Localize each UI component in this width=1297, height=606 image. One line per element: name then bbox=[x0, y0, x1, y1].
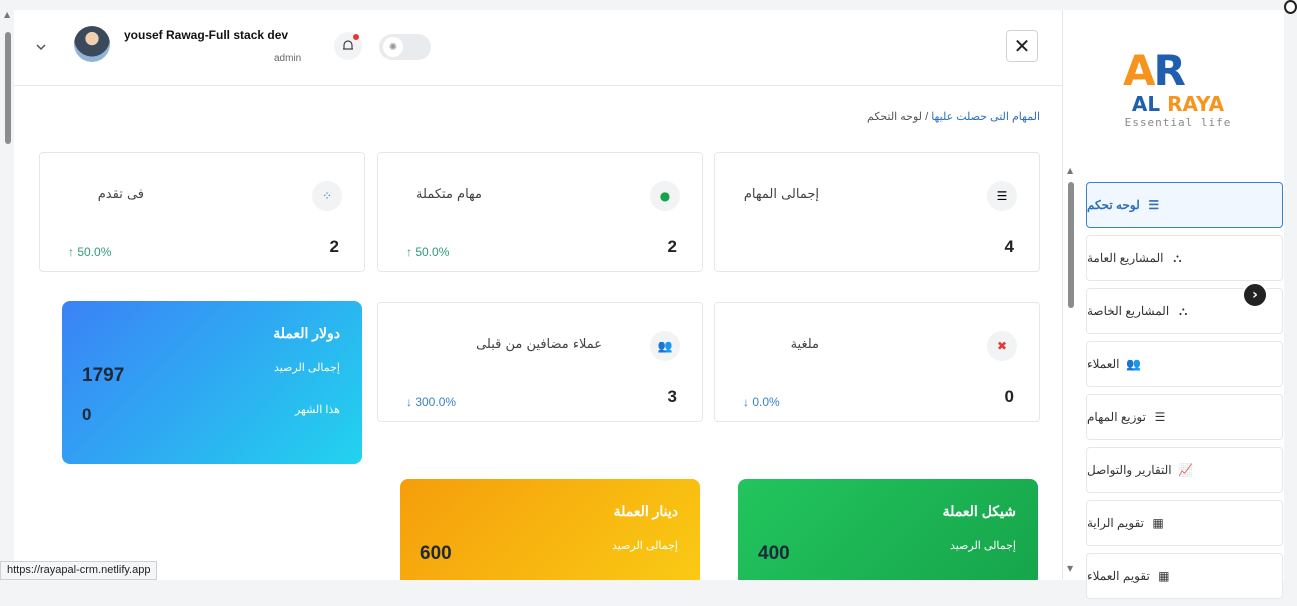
users-icon: 👥 bbox=[650, 331, 680, 361]
app-window: ▲ yousef Rawag-Full stack dev admin ✺ ✕ … bbox=[0, 0, 1297, 599]
list-icon: ☰ bbox=[1148, 198, 1160, 212]
sidebar-item-label: توزيع المهام bbox=[1087, 410, 1146, 424]
sidebar-item-dashboard[interactable]: ☰ لوحه تحكم bbox=[1086, 182, 1283, 228]
window-corner-button[interactable] bbox=[1284, 0, 1297, 14]
balance-value1: 600 bbox=[420, 543, 452, 564]
balance-value1: 400 bbox=[758, 543, 790, 564]
cancel-circle-icon: ✖ bbox=[987, 331, 1017, 361]
chevron-right-icon: › bbox=[1252, 287, 1258, 303]
breadcrumb: المهام التى حصلت عليها / لوحه التحكم bbox=[867, 110, 1040, 123]
balance-value1: 1797 bbox=[82, 365, 125, 386]
breadcrumb-current[interactable]: المهام التى حصلت عليها bbox=[931, 111, 1040, 123]
stat-value: 2 bbox=[329, 237, 339, 256]
sidebar-item-reports[interactable]: 📈 التقارير والتواصل bbox=[1086, 447, 1283, 493]
balance-card-dollar: دولار العملة إجمالى الرصيد 1797 هذا الشه… bbox=[62, 301, 362, 464]
balance-card-dinar: دينار العملة إجمالى الرصيد 600 bbox=[400, 479, 700, 580]
stat-change: ↑ 50.0% bbox=[68, 245, 112, 259]
close-button[interactable]: ✕ bbox=[1006, 30, 1038, 62]
stat-card-in-progress: ⁘ فى تقدم 2 ↑ 50.0% bbox=[39, 152, 365, 272]
balance-line1: إجمالى الرصيد bbox=[611, 540, 678, 552]
main-content: yousef Rawag-Full stack dev admin ✺ ✕ ال… bbox=[14, 10, 1062, 580]
avatar[interactable] bbox=[74, 26, 110, 62]
logo-tagline: Essential life bbox=[1124, 116, 1232, 129]
user-role: admin bbox=[274, 53, 302, 64]
logo-name: AL RAYA bbox=[1131, 92, 1225, 116]
balance-card-shekel: شيكل العملة إجمالى الرصيد 400 bbox=[738, 479, 1038, 580]
list-check-icon: ☰ bbox=[987, 181, 1017, 211]
bell-icon bbox=[343, 40, 353, 50]
balance-value2: 0 bbox=[82, 405, 92, 424]
sidebar-item-label: العملاء bbox=[1087, 357, 1120, 371]
stat-label: عملاء مضافين من قبلى bbox=[476, 337, 602, 352]
scroll-up-icon[interactable]: ▲ bbox=[1067, 166, 1073, 175]
calendar-icon: ▦ bbox=[1152, 516, 1164, 530]
stat-label: فى تقدم bbox=[97, 187, 144, 202]
stat-card-clients-added: 👥 عملاء مضافين من قبلى 3 ↓ 300.0% bbox=[377, 302, 703, 422]
sidebar-item-clients-calendar[interactable]: ▦ تقويم العملاء bbox=[1086, 553, 1283, 599]
list-check-icon: ☰ bbox=[1154, 410, 1166, 424]
sidebar-item-clients[interactable]: 👥 العملاء bbox=[1086, 341, 1283, 387]
stat-change: ↑ 50.0% bbox=[406, 245, 450, 259]
sidebar-scrollbar[interactable]: ▲ ▼ bbox=[1064, 166, 1078, 580]
stat-value: 3 bbox=[667, 387, 677, 406]
notification-button[interactable] bbox=[334, 32, 362, 60]
theme-toggle[interactable]: ✺ bbox=[379, 34, 431, 60]
balance-line2: هذا الشهر bbox=[294, 404, 340, 416]
stat-value: 0 bbox=[1004, 387, 1014, 406]
check-circle-icon: ● bbox=[650, 181, 680, 211]
user-name: yousef Rawag-Full stack dev bbox=[124, 28, 289, 42]
sidebar-nav: ☰ لوحه تحكم ⛬ المشاريع العامة ⛬ المشاريع… bbox=[1086, 182, 1283, 606]
balance-line1: إجمالى الرصيد bbox=[949, 540, 1016, 552]
sidebar-item-label: المشاريع العامة bbox=[1087, 251, 1164, 265]
breadcrumb-root[interactable]: لوحه التحكم bbox=[867, 111, 922, 123]
sun-icon: ✺ bbox=[383, 37, 403, 57]
logo-mark: AR bbox=[1123, 46, 1186, 95]
page-scrollbar[interactable]: ▲ bbox=[0, 10, 14, 580]
notification-dot bbox=[353, 34, 359, 40]
stat-change: ↓ 300.0% bbox=[406, 395, 457, 409]
stat-card-cancelled: ✖ ملغية 0 ↓ 0.0% bbox=[714, 302, 1040, 422]
stat-card-total-tasks: ☰ إجمالى المهام 4 bbox=[714, 152, 1040, 272]
sidebar-item-label: لوحه تحكم bbox=[1087, 198, 1140, 212]
sitemap-icon: ⛬ bbox=[1178, 303, 1188, 318]
balance-title: دينار العملة bbox=[613, 503, 678, 519]
sidebar-item-raya-calendar[interactable]: ▦ تقويم الراية bbox=[1086, 500, 1283, 546]
stat-card-completed: ● مهام متكملة 2 ↑ 50.0% bbox=[377, 152, 703, 272]
sidebar-item-label: المشاريع الخاصة bbox=[1087, 304, 1170, 318]
sitemap-icon: ⛬ bbox=[1173, 250, 1182, 265]
calendar-icon: ▦ bbox=[1158, 569, 1170, 583]
sidebar-item-public-projects[interactable]: ⛬ المشاريع العامة bbox=[1086, 235, 1283, 281]
chart-line-icon: 📈 bbox=[1178, 463, 1194, 477]
balance-title: دولار العملة bbox=[273, 325, 340, 341]
sidebar-item-label: تقويم الراية bbox=[1087, 516, 1144, 530]
top-bar: yousef Rawag-Full stack dev admin ✺ ✕ bbox=[14, 10, 1062, 86]
sidebar-item-task-distribution[interactable]: ☰ توزيع المهام bbox=[1086, 394, 1283, 440]
close-icon: ✕ bbox=[1013, 34, 1031, 58]
stat-value: 2 bbox=[667, 237, 677, 256]
stat-value: 4 bbox=[1004, 237, 1014, 256]
status-bar-url: https://rayapal-crm.netlify.app bbox=[0, 561, 158, 580]
chevron-down-icon[interactable] bbox=[34, 40, 48, 54]
scroll-up-icon[interactable]: ▲ bbox=[4, 10, 10, 19]
sidebar-item-label: تقويم العملاء bbox=[1087, 569, 1150, 583]
spinner-icon: ⁘ bbox=[312, 181, 342, 211]
sidebar-item-label: التقارير والتواصل bbox=[1087, 463, 1172, 477]
logo[interactable]: AR AL RAYA Essential life bbox=[1103, 46, 1253, 136]
balance-title: شيكل العملة bbox=[942, 503, 1016, 519]
stat-change: ↓ 0.0% bbox=[743, 395, 780, 409]
scroll-down-icon[interactable]: ▼ bbox=[1067, 564, 1073, 573]
sidebar-collapse-button[interactable]: › bbox=[1242, 282, 1268, 308]
balance-line1: إجمالى الرصيد bbox=[273, 362, 340, 374]
users-icon: 👥 bbox=[1126, 357, 1141, 371]
scroll-thumb[interactable] bbox=[1068, 182, 1074, 308]
scroll-thumb[interactable] bbox=[5, 32, 11, 144]
breadcrumb-sep: / bbox=[925, 111, 929, 123]
